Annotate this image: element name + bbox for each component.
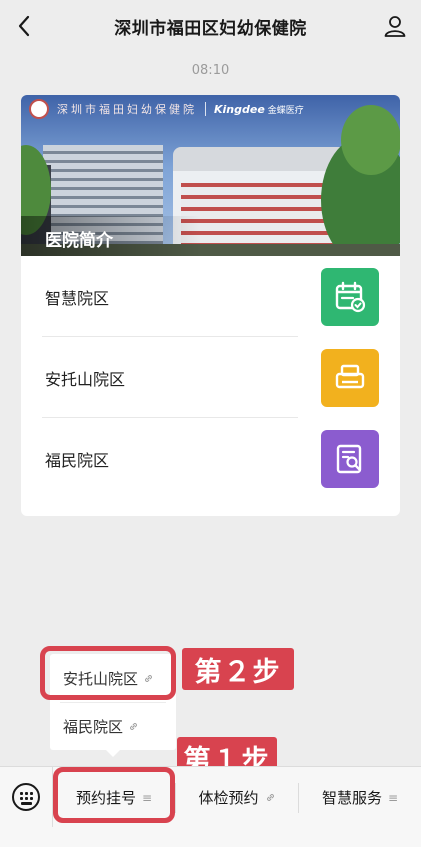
menu-item-label: 福民院区 [45, 450, 110, 470]
hospital-menu-card: 深圳市福田妇幼保健院 Kingdee 金蝶医疗 医院简介 智慧院区 安托山院区 … [21, 95, 400, 516]
hospital-seal-icon [29, 99, 49, 119]
top-nav-bar: 深圳市福田区妇幼保健院 [0, 0, 421, 52]
calendar-check-icon [321, 268, 379, 326]
divider [205, 102, 206, 116]
chat-page: 深圳市福田区妇幼保健院 08:10 深圳市福田妇幼保健院 Kingdee 金蝶医… [0, 0, 421, 847]
banner-logo-bar: 深圳市福田妇幼保健院 Kingdee 金蝶医疗 [21, 95, 400, 123]
menu-item-smart-campus[interactable]: 智慧院区 [21, 256, 400, 337]
user-icon [384, 16, 406, 37]
menu-label: 体检预约 [198, 789, 259, 807]
keyboard-toggle-button[interactable] [12, 783, 40, 811]
step2-highlight-box [40, 646, 176, 700]
partner-logo: Kingdee [214, 102, 265, 116]
partner-name: 金蝶医疗 [267, 105, 304, 116]
menu-item-label: 安托山院区 [45, 369, 126, 389]
banner-caption: 医院简介 [21, 216, 201, 256]
popup-caret [106, 750, 120, 757]
link-icon [266, 794, 274, 801]
menu-item-antuoshan-campus[interactable]: 安托山院区 [21, 337, 400, 418]
chevron-left-icon [18, 15, 30, 37]
menu-item-fumin-campus[interactable]: 福民院区 [21, 418, 400, 499]
home-indicator-area [0, 827, 421, 847]
step1-highlight-box [53, 767, 175, 823]
page-title: 深圳市福田区妇幼保健院 [114, 18, 307, 39]
menu-physical-exam[interactable]: 体检预约 [176, 767, 298, 828]
link-icon [130, 722, 137, 730]
submenu-item-fumin[interactable]: 福民院区 [50, 702, 176, 750]
step2-label: 第２步 [182, 648, 294, 690]
menu-lines-icon: ≡ [387, 790, 399, 805]
menu-label: 智慧服务 [321, 789, 382, 807]
document-search-icon [321, 430, 379, 488]
campus-list: 智慧院区 安托山院区 福民院区 [21, 256, 400, 499]
printer-icon [321, 349, 379, 407]
back-button[interactable] [6, 8, 42, 44]
banner-hospital-name: 深圳市福田妇幼保健院 [57, 103, 197, 116]
hospital-banner[interactable]: 深圳市福田妇幼保健院 Kingdee 金蝶医疗 医院简介 [21, 95, 400, 256]
profile-button[interactable] [377, 8, 413, 44]
message-timestamp: 08:10 [191, 63, 230, 78]
menu-item-label: 智慧院区 [45, 288, 110, 308]
menu-smart-services[interactable]: 智慧服务 ≡ [299, 767, 421, 828]
submenu-item-label: 福民院区 [63, 717, 124, 736]
